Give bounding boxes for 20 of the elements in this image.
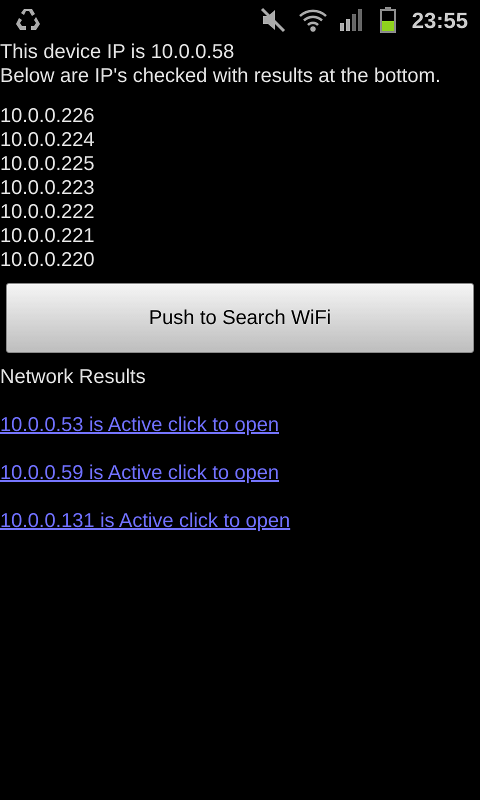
checked-ip-text: 10.0.0.221 (0, 224, 96, 248)
checked-ip-text: 10.0.0.226 (0, 104, 96, 128)
checked-ip-text: 10.0.0.220 (0, 248, 96, 272)
result-link[interactable]: 10.0.0.131 is Active click to open (0, 510, 290, 532)
description-text: Below are IP's checked with results at the bottom. (0, 64, 442, 88)
results-heading: Network Results (0, 365, 147, 389)
checked-ip-text: 10.0.0.222 (0, 200, 96, 224)
muted-speaker-icon (260, 7, 286, 33)
recycle-icon (14, 7, 42, 33)
checked-ip-text: 10.0.0.225 (0, 152, 96, 176)
device-ip-text: This device IP is 10.0.0.58 (0, 40, 236, 64)
battery-icon (380, 7, 396, 33)
search-wifi-button[interactable]: Push to Search WiFi (6, 283, 474, 353)
checked-ip-text: 10.0.0.223 (0, 176, 96, 200)
signal-icon (340, 9, 364, 31)
checked-ip-text: 10.0.0.224 (0, 128, 96, 152)
result-link[interactable]: 10.0.0.53 is Active click to open (0, 414, 280, 436)
result-link[interactable]: 10.0.0.59 is Active click to open (0, 462, 280, 484)
wifi-icon (298, 8, 328, 32)
clock-time: 23:55 (412, 6, 468, 34)
